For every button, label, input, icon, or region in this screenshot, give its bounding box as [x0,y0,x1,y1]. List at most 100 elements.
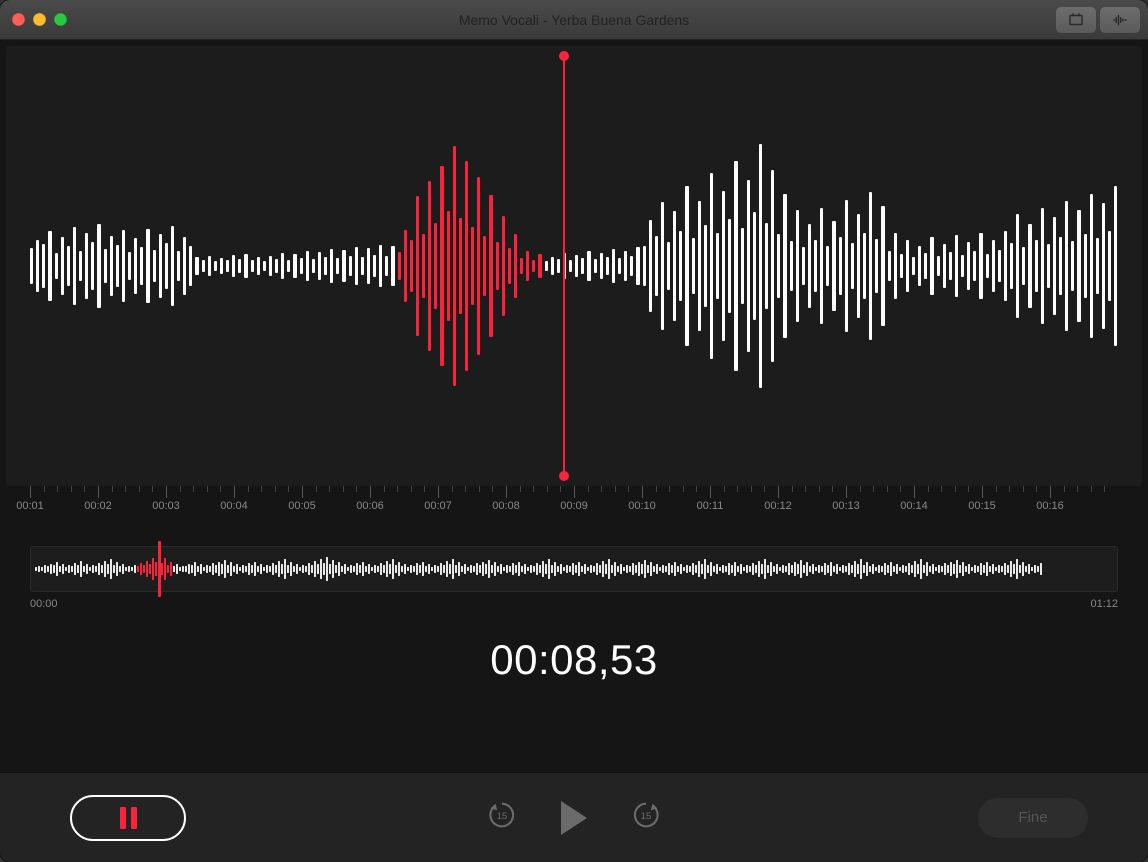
overview-bar [941,566,943,572]
overview-bar [494,562,496,576]
overview-bar [218,562,220,576]
overview-bar [92,565,94,573]
overview-bar [764,559,766,579]
overview-bar [461,566,463,572]
overview-bar [170,562,172,576]
overview-bar [242,565,244,573]
ruler-label: 00:09 [560,500,588,512]
waveform-bar [287,260,290,272]
overview-bar [875,567,877,571]
skip-back-button[interactable]: 15 [485,798,519,837]
overview-bar [56,562,58,576]
overview-bar [845,566,847,572]
overview-bar [308,563,310,575]
overview-bar [524,564,526,574]
playhead[interactable] [563,56,565,476]
done-button[interactable]: Fine [978,798,1088,838]
overview-bar [761,564,763,574]
overview-bar [347,567,349,571]
trim-icon [1067,11,1085,29]
overview-bar [35,567,37,571]
waveform-bar [845,200,848,332]
play-button[interactable] [561,801,587,835]
overview-bar [896,564,898,574]
overview-bar [563,567,565,571]
overview-bar [542,561,544,577]
overview-bar [1016,559,1018,579]
overview-bar [851,565,853,573]
overview-bar [758,561,760,577]
titlebar[interactable]: Memo Vocali - Yerba Buena Gardens [0,0,1148,40]
overview-bar [662,565,664,573]
waveform-bar [545,261,548,271]
waveform-bar [741,228,744,304]
overview-bar [353,566,355,572]
overview-bar [830,562,832,576]
waveform-bar [300,258,303,274]
overview-playhead[interactable] [158,541,161,597]
time-ruler[interactable]: 00:0100:0200:0300:0400:0500:0600:0700:08… [6,486,1142,522]
overview-bar [503,567,505,571]
ruler-label: 00:02 [84,500,112,512]
waveform-overview[interactable] [30,546,1118,592]
overview-bar [443,565,445,573]
waveform-bar [692,238,695,294]
overview-bar [944,563,946,575]
waveform-bar [1053,217,1056,315]
minimize-icon[interactable] [33,13,46,26]
waveform-main[interactable] [6,46,1142,486]
waveform-bar [391,246,394,286]
waveform-bar [104,249,107,283]
overview-bar [974,565,976,573]
waveform-bar [918,246,921,286]
waveform-bar [894,233,897,299]
skip-forward-button[interactable]: 15 [629,798,663,837]
overview-bar [689,566,691,572]
overview-bar [638,562,640,576]
waveform-bar [318,252,321,280]
record-pause-button[interactable] [70,795,186,841]
overview-bar [647,565,649,573]
overview-bar [710,562,712,576]
waveform-bar [422,234,425,298]
overview-bar [674,562,676,576]
overview-bar [311,565,313,573]
overview-bar [872,564,874,574]
waveform-bar [73,227,76,305]
overview-bar [167,565,169,573]
overview-bar [836,564,838,574]
enhance-button[interactable] [1100,7,1140,33]
window-controls [12,13,67,26]
waveform-bar [759,144,762,388]
overview-bar [809,566,811,572]
waveform-bar [814,240,817,292]
overview-bar [1022,562,1024,576]
overview-bar [980,563,982,575]
overview-bar [704,559,706,579]
waveform-bar [765,223,768,309]
overview-bar [581,566,583,572]
overview-bar [452,559,454,579]
overview-bar [314,561,316,577]
waveform-bar [551,257,554,275]
overview-end: 01:12 [1090,598,1118,610]
overview-bar [788,563,790,575]
overview-bar [1019,565,1021,573]
waveform-bar [177,251,180,281]
waveform-bar [777,234,780,298]
overview-bar [113,565,115,573]
waveform-bar [428,181,431,351]
waveform-bar [1010,243,1013,289]
overview-bar [947,565,949,573]
overview-bar [65,567,67,571]
close-icon[interactable] [12,13,25,26]
overview-bar [815,567,817,571]
trim-button[interactable] [1056,7,1096,33]
overview-bar [404,564,406,574]
waveform-bar [1108,231,1111,301]
overview-bar [470,565,472,573]
overview-bar [596,563,598,575]
waveform-bar [110,236,113,296]
waveform-bar [349,256,352,276]
zoom-icon[interactable] [54,13,67,26]
